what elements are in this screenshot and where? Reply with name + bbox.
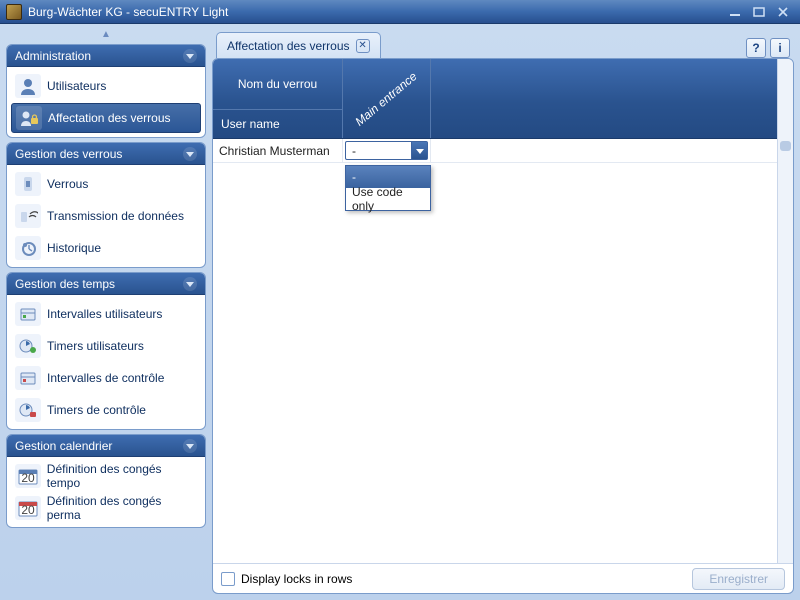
timer-control-icon — [15, 398, 41, 422]
sidebar-item-intervalles-controle[interactable]: Intervalles de contrôle — [11, 363, 201, 393]
panel-title: Gestion des verrous — [15, 147, 183, 161]
panel-gestion-temps: Gestion des temps Intervalles utilisateu… — [6, 272, 206, 430]
assignment-dropdown[interactable]: - — [345, 141, 428, 160]
sidebar-item-label: Définition des congés tempo — [47, 462, 197, 490]
tab-close-button[interactable]: ✕ — [356, 39, 370, 53]
panel-gestion-calendrier: Gestion calendrier 20 Définition des con… — [6, 434, 206, 528]
assignment-grid: Nom du verrou User name Main entrance Ch… — [213, 59, 777, 563]
sidebar-item-label: Timers utilisateurs — [47, 339, 144, 353]
display-locks-checkbox[interactable] — [221, 572, 235, 586]
sidebar-item-conges-perma[interactable]: 20 Définition des congés perma — [11, 493, 201, 523]
footer: Display locks in rows Enregistrer — [213, 563, 793, 593]
sidebar-item-label: Définition des congés perma — [47, 494, 197, 522]
window-title: Burg-Wächter KG - secuENTRY Light — [28, 5, 722, 19]
dropdown-option-label: Use code only — [352, 185, 424, 213]
minimize-button[interactable] — [724, 4, 746, 20]
panel-header-gestion-calendrier[interactable]: Gestion calendrier — [7, 435, 205, 457]
cell-lock-assignment: - — [343, 139, 431, 162]
chevron-down-icon[interactable] — [411, 142, 427, 159]
header-user-name: User name — [213, 110, 342, 138]
app-icon — [6, 4, 22, 20]
dropdown-option-label: - — [352, 170, 356, 184]
dropdown-value: - — [352, 144, 356, 158]
sidebar-item-label: Verrous — [47, 177, 88, 191]
info-icon: i — [778, 41, 781, 55]
sidebar-item-label: Intervalles utilisateurs — [47, 307, 162, 321]
tab-label: Affectation des verrous — [227, 39, 350, 53]
panel-administration: Administration Utilisateurs Affectation — [6, 44, 206, 138]
user-icon — [15, 74, 41, 98]
vertical-scrollbar[interactable] — [777, 59, 793, 563]
sidebar-item-label: Intervalles de contrôle — [47, 371, 164, 385]
save-button[interactable]: Enregistrer — [692, 568, 785, 590]
sidebar-item-label: Affectation des verrous — [48, 111, 171, 125]
sidebar-item-historique[interactable]: Historique — [11, 233, 201, 263]
sidebar-item-label: Transmission de données — [47, 209, 184, 223]
sidebar-collapse-handle[interactable]: ▲ — [6, 30, 206, 40]
panel-title: Gestion calendrier — [15, 439, 183, 453]
sidebar-item-label: Timers de contrôle — [47, 403, 146, 417]
scrollbar-thumb[interactable] — [780, 141, 791, 151]
assignment-dropdown-popup: - Use code only — [345, 165, 431, 211]
chevron-down-icon[interactable] — [183, 439, 197, 453]
sidebar: ▲ Administration Utilisateurs — [6, 30, 206, 594]
panel-header-administration[interactable]: Administration — [7, 45, 205, 67]
chevron-down-icon[interactable] — [183, 49, 197, 63]
save-button-label: Enregistrer — [709, 572, 768, 586]
sidebar-item-label: Utilisateurs — [47, 79, 106, 93]
column-label: Main entrance — [353, 69, 420, 129]
close-button[interactable] — [772, 4, 794, 20]
panel-header-gestion-temps[interactable]: Gestion des temps — [7, 273, 205, 295]
calendar-perm-icon: 20 — [15, 496, 41, 520]
lock-assign-icon — [16, 106, 42, 130]
help-button[interactable]: ? — [746, 38, 766, 58]
panel-header-gestion-verrous[interactable]: Gestion des verrous — [7, 143, 205, 165]
workpane: Nom du verrou User name Main entrance Ch… — [212, 58, 794, 594]
display-locks-label: Display locks in rows — [241, 572, 352, 586]
sidebar-item-transmission[interactable]: Transmission de données — [11, 201, 201, 231]
sidebar-item-intervalles-utilisateurs[interactable]: Intervalles utilisateurs — [11, 299, 201, 329]
panel-title: Gestion des temps — [15, 277, 183, 291]
info-button[interactable]: i — [770, 38, 790, 58]
content-area: Affectation des verrous ✕ ? i Nom du ver… — [212, 30, 794, 594]
tabbar: Affectation des verrous ✕ ? i — [212, 30, 794, 58]
maximize-button[interactable] — [748, 4, 770, 20]
transmit-icon — [15, 204, 41, 228]
interval-user-icon — [15, 302, 41, 326]
chevron-down-icon[interactable] — [183, 147, 197, 161]
table-row: Christian Musterman - — [213, 139, 777, 163]
dropdown-option[interactable]: Use code only — [346, 188, 430, 210]
svg-text:20: 20 — [21, 471, 35, 485]
sidebar-item-affectation-verrous[interactable]: Affectation des verrous — [11, 103, 201, 133]
interval-control-icon — [15, 366, 41, 390]
help-icon: ? — [752, 41, 759, 55]
cell-user-name: Christian Musterman — [213, 139, 343, 162]
lock-icon — [15, 172, 41, 196]
sidebar-item-utilisateurs[interactable]: Utilisateurs — [11, 71, 201, 101]
grid-header: Nom du verrou User name Main entrance — [213, 59, 777, 139]
timer-user-icon — [15, 334, 41, 358]
svg-text:20: 20 — [21, 503, 35, 517]
history-icon — [15, 236, 41, 260]
panel-title: Administration — [15, 49, 183, 63]
chevron-down-icon[interactable] — [183, 277, 197, 291]
header-lock-name: Nom du verrou — [213, 59, 342, 110]
column-header-main-entrance[interactable]: Main entrance — [343, 59, 431, 138]
sidebar-item-conges-tempo[interactable]: 20 Définition des congés tempo — [11, 461, 201, 491]
calendar-temp-icon: 20 — [15, 464, 41, 488]
titlebar: Burg-Wächter KG - secuENTRY Light — [0, 0, 800, 24]
panel-gestion-verrous: Gestion des verrous Verrous Transmission… — [6, 142, 206, 268]
sidebar-item-label: Historique — [47, 241, 101, 255]
sidebar-item-timers-utilisateurs[interactable]: Timers utilisateurs — [11, 331, 201, 361]
sidebar-item-verrous[interactable]: Verrous — [11, 169, 201, 199]
sidebar-item-timers-controle[interactable]: Timers de contrôle — [11, 395, 201, 425]
tab-affectation-verrous[interactable]: Affectation des verrous ✕ — [216, 32, 381, 58]
